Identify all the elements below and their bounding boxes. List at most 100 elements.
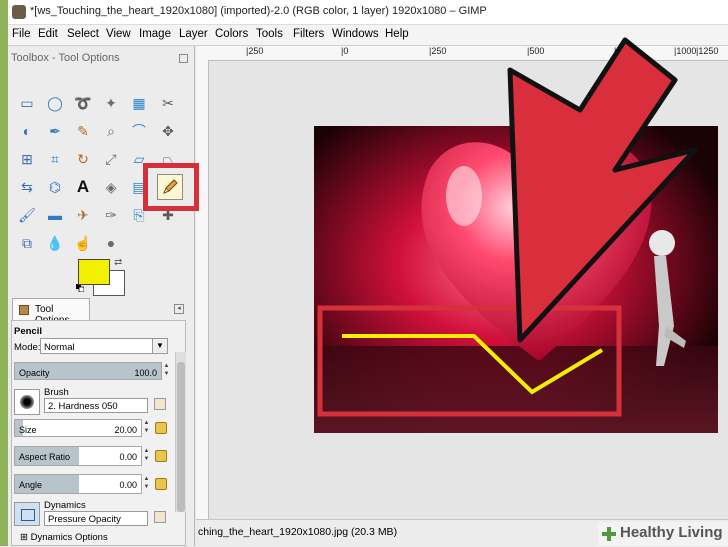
aspect-ratio-reset-icon[interactable] <box>155 450 167 462</box>
menu-filters[interactable]: Filters <box>293 28 324 40</box>
size-value: 20.00 <box>114 425 137 435</box>
dynamics-field[interactable]: Pressure Opacity <box>44 511 148 526</box>
tool-options-icon <box>19 305 29 315</box>
paths-icon: ✒ <box>49 122 61 139</box>
tool-name: Pencil <box>14 326 42 337</box>
tab-menu-icon[interactable]: ◂ <box>174 304 184 314</box>
angle-slider[interactable]: Angle 0.00 <box>14 474 142 494</box>
brush-preview[interactable] <box>14 389 40 415</box>
smudge-icon: ☝ <box>74 234 92 251</box>
paths-tool-button[interactable]: ✒ <box>44 120 66 142</box>
dynamics-label: Dynamics <box>44 500 86 511</box>
menu-image[interactable]: Image <box>139 28 171 40</box>
flip-icon: ⇆ <box>21 178 33 195</box>
menu-layer[interactable]: Layer <box>179 28 208 40</box>
dodge-burn-icon: ● <box>106 235 116 251</box>
blur-icon: 💧 <box>46 234 64 251</box>
size-slider[interactable]: Size 20.00 <box>14 419 142 437</box>
measure-tool-button[interactable]: ⌒ <box>128 120 150 142</box>
eraser-icon: ▬ <box>48 207 62 223</box>
fuzzy-select-icon: ✦ <box>105 94 117 111</box>
aspect-ratio-spinner[interactable]: ▲ ▼ <box>143 447 150 465</box>
bucket-fill-tool-button[interactable]: ◈ <box>100 176 122 198</box>
menu-windows[interactable]: Windows <box>332 28 379 40</box>
watermark: Healthy Living <box>598 522 728 546</box>
tool-options-scrollbar[interactable] <box>175 352 186 512</box>
paintbrush-tool-button[interactable]: 🖌 <box>16 204 38 226</box>
blur-tool-button[interactable]: 💧 <box>44 232 66 254</box>
default-colors-icon[interactable] <box>76 284 84 292</box>
align-tool-button[interactable]: ⊞ <box>16 148 38 170</box>
dynamics-icon[interactable] <box>14 502 40 526</box>
menu-help[interactable]: Help <box>385 28 409 40</box>
airbrush-tool-button[interactable]: ✈ <box>72 204 94 226</box>
perspective-clone-tool-button[interactable]: ⧉ <box>16 232 38 254</box>
swap-colors-icon[interactable]: ⇄ <box>114 257 122 268</box>
move-tool-button[interactable]: ✥ <box>157 120 179 142</box>
opacity-spinner[interactable]: ▲ ▼ <box>163 362 170 380</box>
ruler-tick: |250 <box>246 46 264 56</box>
aspect-ratio-value: 0.00 <box>119 452 137 462</box>
scale-tool-button[interactable]: ⤢ <box>100 148 122 170</box>
ink-tool-button[interactable]: ✑ <box>100 204 122 226</box>
rotate-icon: ↻ <box>77 150 89 167</box>
angle-spinner[interactable]: ▲ ▼ <box>143 475 150 493</box>
move-icon: ✥ <box>162 122 174 139</box>
perspective-clone-icon: ⧉ <box>22 234 32 251</box>
ruler-tick: |0 <box>341 46 349 56</box>
menu-view[interactable]: View <box>106 28 131 40</box>
healthy-living-logo-icon <box>602 527 616 541</box>
rect-select-icon: ▭ <box>20 94 34 111</box>
color-select-icon: ▦ <box>132 94 146 111</box>
dodge-burn-tool-button[interactable]: ● <box>100 232 122 254</box>
menu-colors[interactable]: Colors <box>215 28 248 40</box>
free-select-tool-button[interactable]: ➰ <box>72 92 94 114</box>
foreground-select-tool-button[interactable]: ◐ <box>16 120 38 142</box>
color-picker-tool-button[interactable]: ✎ <box>72 120 94 142</box>
brush-edit-icon[interactable] <box>154 398 166 410</box>
size-reset-icon[interactable] <box>155 422 167 434</box>
menu-select[interactable]: Select <box>67 28 99 40</box>
dynamics-options-expander[interactable]: ⊞ Dynamics Options <box>20 532 108 543</box>
ink-icon: ✑ <box>105 206 117 223</box>
size-spinner[interactable]: ▲ ▼ <box>143 419 150 437</box>
menu-edit[interactable]: Edit <box>38 28 58 40</box>
zoom-tool-button[interactable]: ⌕ <box>100 120 122 142</box>
menu-file[interactable]: File <box>12 28 31 40</box>
cage-transform-icon: ⌬ <box>48 178 62 195</box>
cage-transform-tool-button[interactable]: ⌬ <box>44 176 66 198</box>
fuzzy-select-tool-button[interactable]: ✦ <box>100 92 122 114</box>
color-select-tool-button[interactable]: ▦ <box>128 92 150 114</box>
free-select-icon: ➰ <box>74 94 92 111</box>
rotate-tool-button[interactable]: ↻ <box>72 148 94 170</box>
smudge-tool-button[interactable]: ☝ <box>72 232 94 254</box>
flip-tool-button[interactable]: ⇆ <box>16 176 38 198</box>
paintbrush-icon: 🖌 <box>18 206 36 223</box>
menu-tools[interactable]: Tools <box>256 28 283 40</box>
dock-menu-icon[interactable] <box>179 54 188 63</box>
rect-select-tool-button[interactable]: ▭ <box>16 92 38 114</box>
watermark-text: Healthy Living <box>620 524 723 541</box>
scrollbar-thumb[interactable] <box>177 362 185 512</box>
measure-icon: ⌒ <box>132 123 146 139</box>
ruler-tick: |250 <box>429 46 447 56</box>
aspect-ratio-slider[interactable]: Aspect Ratio 0.00 <box>14 446 142 466</box>
dock-title: Toolbox - Tool Options <box>11 52 120 64</box>
brush-dot-icon <box>20 395 34 409</box>
status-text: ching_the_heart_1920x1080.jpg (20.3 MB) <box>198 526 398 538</box>
tab-tool-options[interactable]: Tool Options <box>12 298 90 326</box>
ruler-vertical[interactable] <box>196 60 209 520</box>
brush-field[interactable]: 2. Hardness 050 <box>44 398 148 413</box>
opacity-slider[interactable]: Opacity 100.0 <box>14 362 162 380</box>
text-tool-button[interactable]: A <box>72 176 94 198</box>
angle-label: Angle <box>19 480 43 490</box>
eraser-tool-button[interactable]: ▬ <box>44 204 66 226</box>
dynamics-edit-icon[interactable] <box>154 511 166 523</box>
opacity-label: Opacity <box>19 368 50 378</box>
angle-reset-icon[interactable] <box>155 478 167 490</box>
ellipse-select-tool-button[interactable]: ◯ <box>44 92 66 114</box>
scissors-select-tool-button[interactable]: ✂ <box>157 92 179 114</box>
crop-tool-button[interactable]: ⌗ <box>44 148 66 170</box>
foreground-color-swatch[interactable] <box>78 259 110 285</box>
mode-select[interactable]: Normal ▼ <box>40 338 168 354</box>
